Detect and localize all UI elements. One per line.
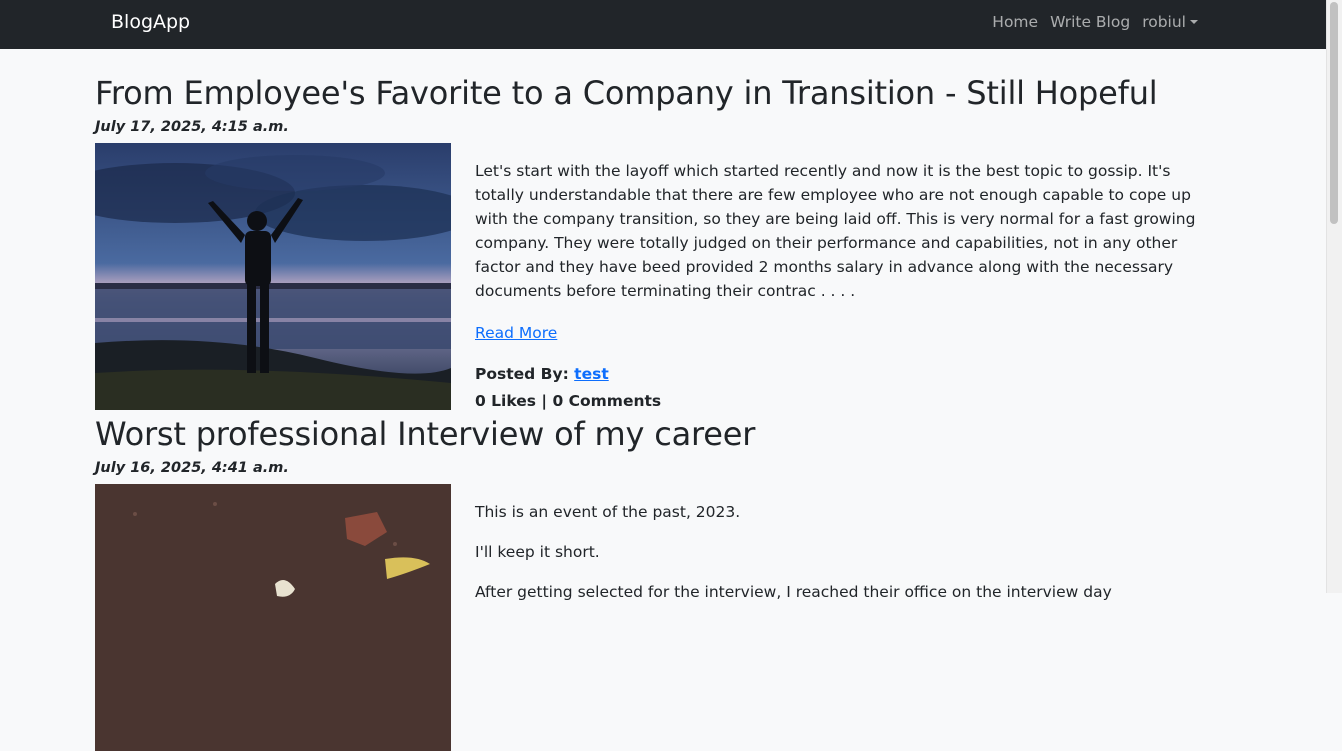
nav-home-link[interactable]: Home xyxy=(992,13,1038,31)
post-title[interactable]: From Employee's Favorite to a Company in… xyxy=(95,74,1215,112)
post-thumbnail-image[interactable] xyxy=(95,484,451,751)
posted-by-label: Posted By: xyxy=(475,365,569,384)
post-title[interactable]: Worst professional Interview of my caree… xyxy=(95,415,1215,453)
blog-post: From Employee's Favorite to a Company in… xyxy=(95,74,1215,411)
post-paragraph: I'll keep it short. xyxy=(475,543,600,562)
post-meta: Posted By: test 0 Likes | 0 Comments xyxy=(475,361,1215,415)
caret-down-icon xyxy=(1190,20,1198,24)
post-paragraph: After getting selected for the interview… xyxy=(475,583,1112,602)
post-date: July 17, 2025, 4:15 a.m. xyxy=(95,119,289,136)
post-date: July 16, 2025, 4:41 a.m. xyxy=(95,460,289,477)
author-link[interactable]: test xyxy=(574,365,609,383)
user-menu-label: robiul xyxy=(1142,13,1186,31)
navbar: BlogApp Home Write Blog robiul xyxy=(0,0,1327,49)
scrollbar-thumb[interactable] xyxy=(1330,2,1338,224)
nav-links: Home Write Blog robiul xyxy=(980,13,1198,31)
user-menu-dropdown[interactable]: robiul xyxy=(1142,13,1198,31)
nav-write-blog-link[interactable]: Write Blog xyxy=(1050,13,1130,31)
post-excerpt: Let's start with the layoff which starte… xyxy=(475,162,1196,301)
blog-post: Worst professional Interview of my caree… xyxy=(95,415,1215,751)
post-stats: 0 Likes | 0 Comments xyxy=(475,392,662,411)
posted-by: Posted By: test xyxy=(475,361,1215,388)
post-content: This is an event of the past, 2023. I'll… xyxy=(475,500,1215,620)
post-paragraph: This is an event of the past, 2023. xyxy=(475,503,741,522)
post-content: Let's start with the layoff which starte… xyxy=(475,159,1215,415)
read-more-link[interactable]: Read More xyxy=(475,321,557,345)
page-scrollbar[interactable] xyxy=(1326,0,1342,593)
brand-logo[interactable]: BlogApp xyxy=(111,11,190,33)
post-thumbnail-image[interactable] xyxy=(95,143,451,411)
